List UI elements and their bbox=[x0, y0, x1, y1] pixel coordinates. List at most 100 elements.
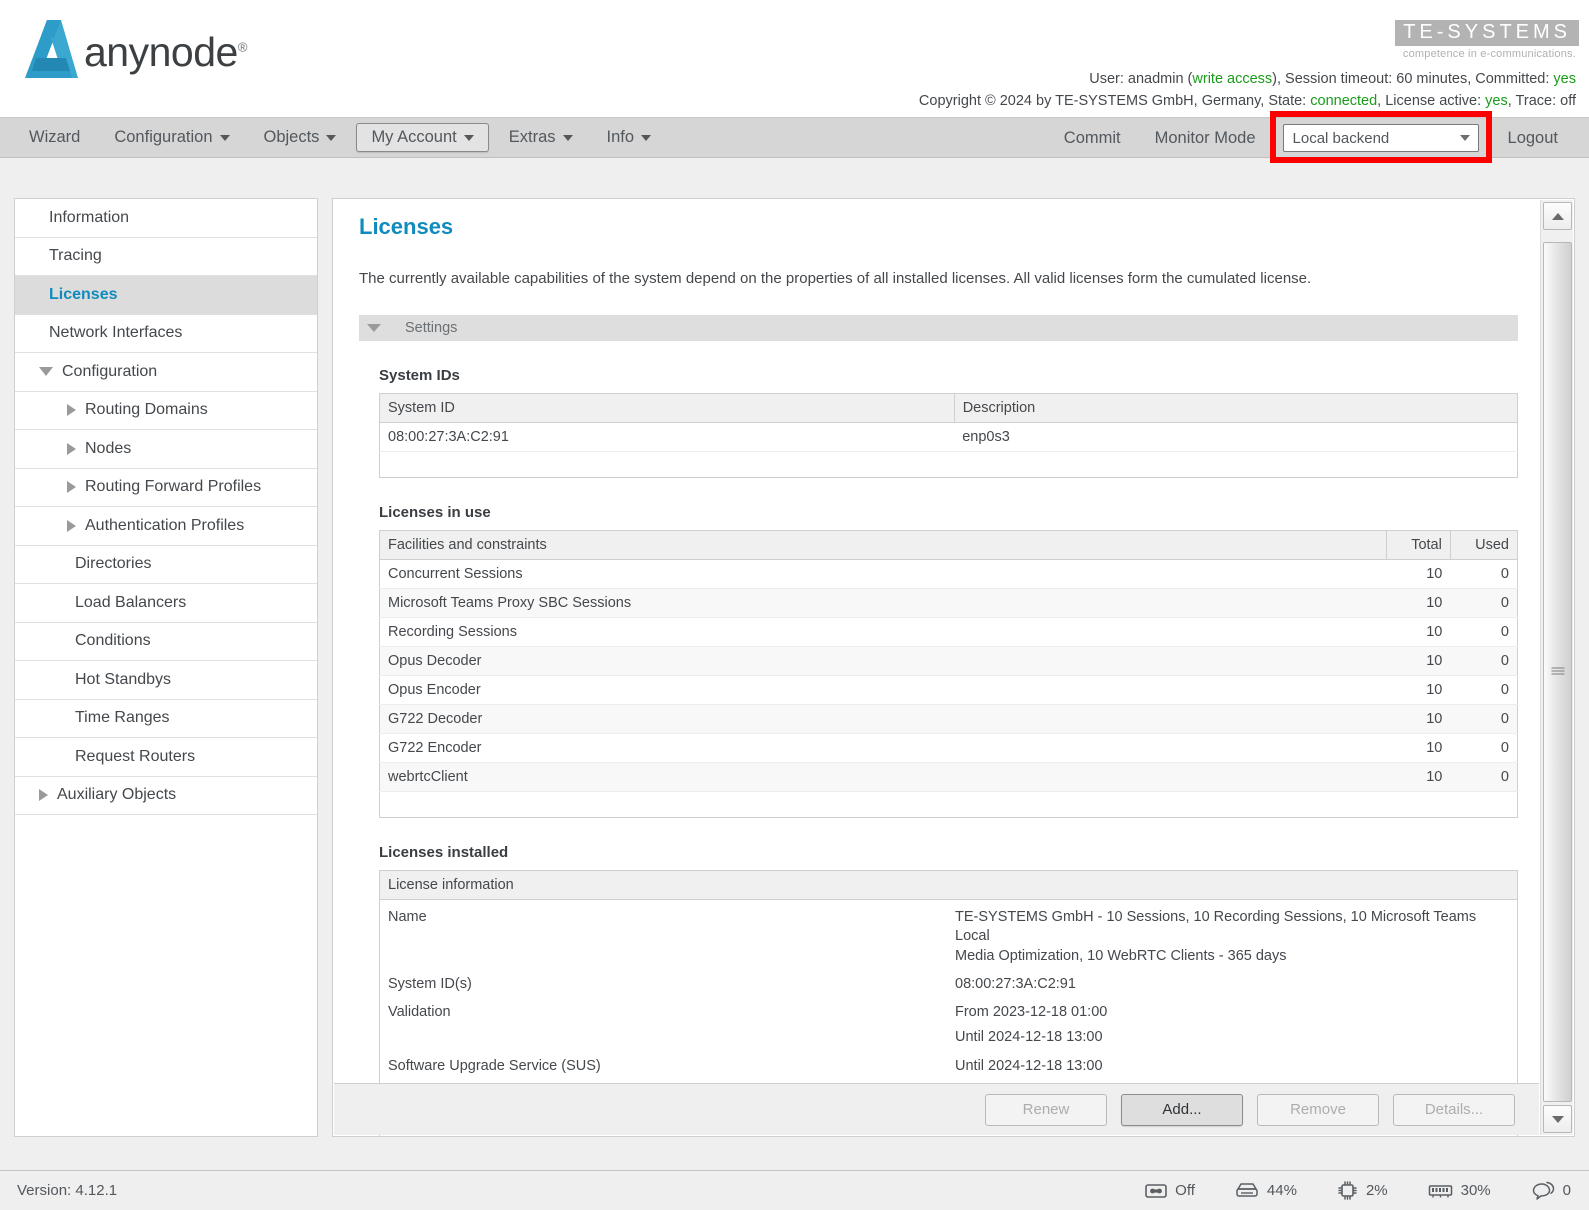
commit-button[interactable]: Commit bbox=[1047, 124, 1138, 153]
sidebar-item-directories[interactable]: Directories bbox=[15, 546, 317, 584]
license-sus-label: Software Upgrade Service (SUS) bbox=[388, 1057, 601, 1074]
sidebar-item-authentication-profiles[interactable]: Authentication Profiles bbox=[15, 507, 317, 546]
cpu-usage[interactable]: 2% bbox=[1337, 1180, 1388, 1201]
cpu-icon bbox=[1338, 1181, 1357, 1200]
menu-my-account[interactable]: My Account bbox=[356, 123, 489, 152]
table-header-row: Facilities and constraints Total Used bbox=[379, 530, 1518, 560]
sidebar-item-label: Authentication Profiles bbox=[85, 516, 245, 534]
status-bar: Version: 4.12.1 Off 44% 2% 30% 0 bbox=[0, 1170, 1589, 1210]
table-row[interactable]: G722 Decoder 10 0 bbox=[379, 704, 1518, 734]
session-info-line-2: Copyright © 2024 by TE-SYSTEMS GmbH, Ger… bbox=[918, 93, 1576, 110]
license-sus-row: Software Upgrade Service (SUS) Until 202… bbox=[388, 1057, 1509, 1076]
version-info: Version: 4.12.1 bbox=[17, 1182, 117, 1199]
table-row[interactable]: 08:00:27:3A:C2:91 enp0s3 bbox=[379, 422, 1518, 452]
sidebar-item-conditions[interactable]: Conditions bbox=[15, 623, 317, 661]
sidebar-item-information[interactable]: Information bbox=[15, 199, 317, 238]
sidebar-item-time-ranges[interactable]: Time Ranges bbox=[15, 700, 317, 738]
cell-total: 10 bbox=[1386, 675, 1451, 705]
sidebar-item-routing-forward-profiles[interactable]: Routing Forward Profiles bbox=[15, 469, 317, 507]
system-ids-title: System IDs bbox=[379, 367, 460, 384]
backend-select[interactable]: Local backend bbox=[1282, 124, 1479, 152]
renew-label: Renew bbox=[1022, 1101, 1070, 1118]
menu-extras[interactable]: Extras bbox=[492, 123, 590, 152]
menu-info[interactable]: Info bbox=[590, 123, 669, 152]
menu-objects[interactable]: Objects bbox=[247, 123, 354, 152]
table-row[interactable]: webrtcClient 10 0 bbox=[379, 762, 1518, 792]
action-button-bar: Renew Add... Remove Details... bbox=[334, 1083, 1539, 1135]
cell-used: 0 bbox=[1450, 559, 1518, 589]
settings-section-header[interactable]: Settings bbox=[359, 315, 1518, 341]
body-area: Information Tracing Licenses Network Int… bbox=[0, 198, 1589, 1153]
session-info-line-1: User: anadmin (write access), Session ti… bbox=[1089, 71, 1576, 87]
logout-label: Logout bbox=[1507, 128, 1558, 147]
content-inner: Licenses The currently available capabil… bbox=[333, 199, 1540, 1136]
sidebar-item-request-routers[interactable]: Request Routers bbox=[15, 738, 317, 777]
table-row[interactable]: G722 Encoder 10 0 bbox=[379, 733, 1518, 763]
license-name-row: Name TE-SYSTEMS GmbH - 10 Sessions, 10 R… bbox=[388, 908, 1509, 966]
scroll-down-button[interactable] bbox=[1543, 1105, 1572, 1133]
table-row[interactable]: Opus Encoder 10 0 bbox=[379, 675, 1518, 705]
logout-button[interactable]: Logout bbox=[1491, 124, 1575, 153]
te-systems-tagline: competence in e-communications. bbox=[1402, 48, 1576, 60]
triangle-down-icon bbox=[1551, 1115, 1564, 1123]
chevron-down-icon bbox=[641, 134, 652, 141]
table-row[interactable]: Concurrent Sessions 10 0 bbox=[379, 559, 1518, 589]
triangle-right-icon bbox=[67, 519, 76, 532]
license-name-value: TE-SYSTEMS GmbH - 10 Sessions, 10 Record… bbox=[955, 908, 1509, 966]
cell-total: 10 bbox=[1386, 588, 1451, 618]
license-active-status: yes bbox=[1485, 93, 1508, 110]
page-description: The currently available capabilities of … bbox=[359, 270, 1312, 287]
sidebar-item-auxiliary-objects[interactable]: Auxiliary Objects bbox=[15, 777, 317, 815]
sidebar-item-hot-standbys[interactable]: Hot Standbys bbox=[15, 661, 317, 700]
recording-status[interactable]: Off bbox=[1145, 1182, 1195, 1199]
cell-facility: G722 Decoder bbox=[379, 704, 1387, 734]
sidebar-item-licenses[interactable]: Licenses bbox=[15, 276, 317, 315]
active-calls[interactable]: 0 bbox=[1531, 1181, 1571, 1201]
sidebar-item-label: Conditions bbox=[75, 632, 151, 650]
sidebar-item-label: Network Interfaces bbox=[49, 324, 183, 342]
renew-button[interactable]: Renew bbox=[985, 1093, 1107, 1126]
sidebar-item-load-balancers[interactable]: Load Balancers bbox=[15, 584, 317, 623]
remove-label: Remove bbox=[1290, 1101, 1346, 1118]
sidebar-item-label: Load Balancers bbox=[75, 593, 187, 611]
cell-used: 0 bbox=[1450, 733, 1518, 763]
sidebar-item-label: Directories bbox=[75, 555, 152, 573]
scrollbar-thumb[interactable] bbox=[1543, 242, 1572, 1102]
details-button[interactable]: Details... bbox=[1393, 1093, 1515, 1126]
sidebar-item-label: Configuration bbox=[62, 362, 158, 380]
column-used: Used bbox=[1450, 530, 1518, 560]
scroll-up-button[interactable] bbox=[1543, 202, 1572, 230]
backend-select-wrapper: Local backend bbox=[1269, 111, 1492, 163]
sidebar-item-nodes[interactable]: Nodes bbox=[15, 430, 317, 469]
disk-usage[interactable]: 44% bbox=[1235, 1182, 1297, 1199]
monitor-mode-button[interactable]: Monitor Mode bbox=[1138, 124, 1273, 153]
chevron-down-icon bbox=[463, 134, 474, 141]
sidebar-item-tracing[interactable]: Tracing bbox=[15, 238, 317, 276]
cpu-usage-value: 2% bbox=[1365, 1182, 1388, 1199]
cell-used: 0 bbox=[1450, 762, 1518, 792]
sidebar-item-network-interfaces[interactable]: Network Interfaces bbox=[15, 315, 317, 353]
table-row[interactable]: Opus Decoder 10 0 bbox=[379, 646, 1518, 676]
table-header-row: License information bbox=[379, 870, 1518, 900]
main-menu-bar: Wizard Configuration Objects My Account … bbox=[0, 111, 1589, 163]
licenses-installed-title: Licenses installed bbox=[379, 844, 509, 861]
te-systems-name: TE-SYSTEMS bbox=[1395, 20, 1579, 46]
add-button[interactable]: Add... bbox=[1121, 1093, 1243, 1126]
menu-configuration[interactable]: Configuration bbox=[97, 123, 246, 152]
anynode-logo[interactable]: anynode® bbox=[22, 18, 247, 80]
menu-wizard[interactable]: Wizard bbox=[12, 123, 97, 152]
anynode-logo-text: anynode® bbox=[84, 28, 247, 75]
sidebar-item-configuration[interactable]: Configuration bbox=[15, 353, 317, 392]
table-row[interactable]: Microsoft Teams Proxy SBC Sessions 10 0 bbox=[379, 588, 1518, 618]
license-validation-row: Validation From 2023-12-18 01:00 Until 2… bbox=[388, 1003, 1509, 1048]
sidebar-navigation: Information Tracing Licenses Network Int… bbox=[14, 198, 318, 1137]
chevron-down-icon bbox=[1459, 135, 1470, 141]
vertical-scrollbar[interactable] bbox=[1540, 200, 1573, 1135]
remove-button[interactable]: Remove bbox=[1257, 1093, 1379, 1126]
cell-system-id: 08:00:27:3A:C2:91 bbox=[379, 422, 955, 452]
sidebar-item-routing-domains[interactable]: Routing Domains bbox=[15, 392, 317, 430]
memory-usage[interactable]: 30% bbox=[1428, 1182, 1491, 1199]
page-header: anynode® TE-SYSTEMS competence in e-comm… bbox=[0, 0, 1589, 118]
cell-total: 10 bbox=[1386, 646, 1451, 676]
table-row[interactable]: Recording Sessions 10 0 bbox=[379, 617, 1518, 647]
